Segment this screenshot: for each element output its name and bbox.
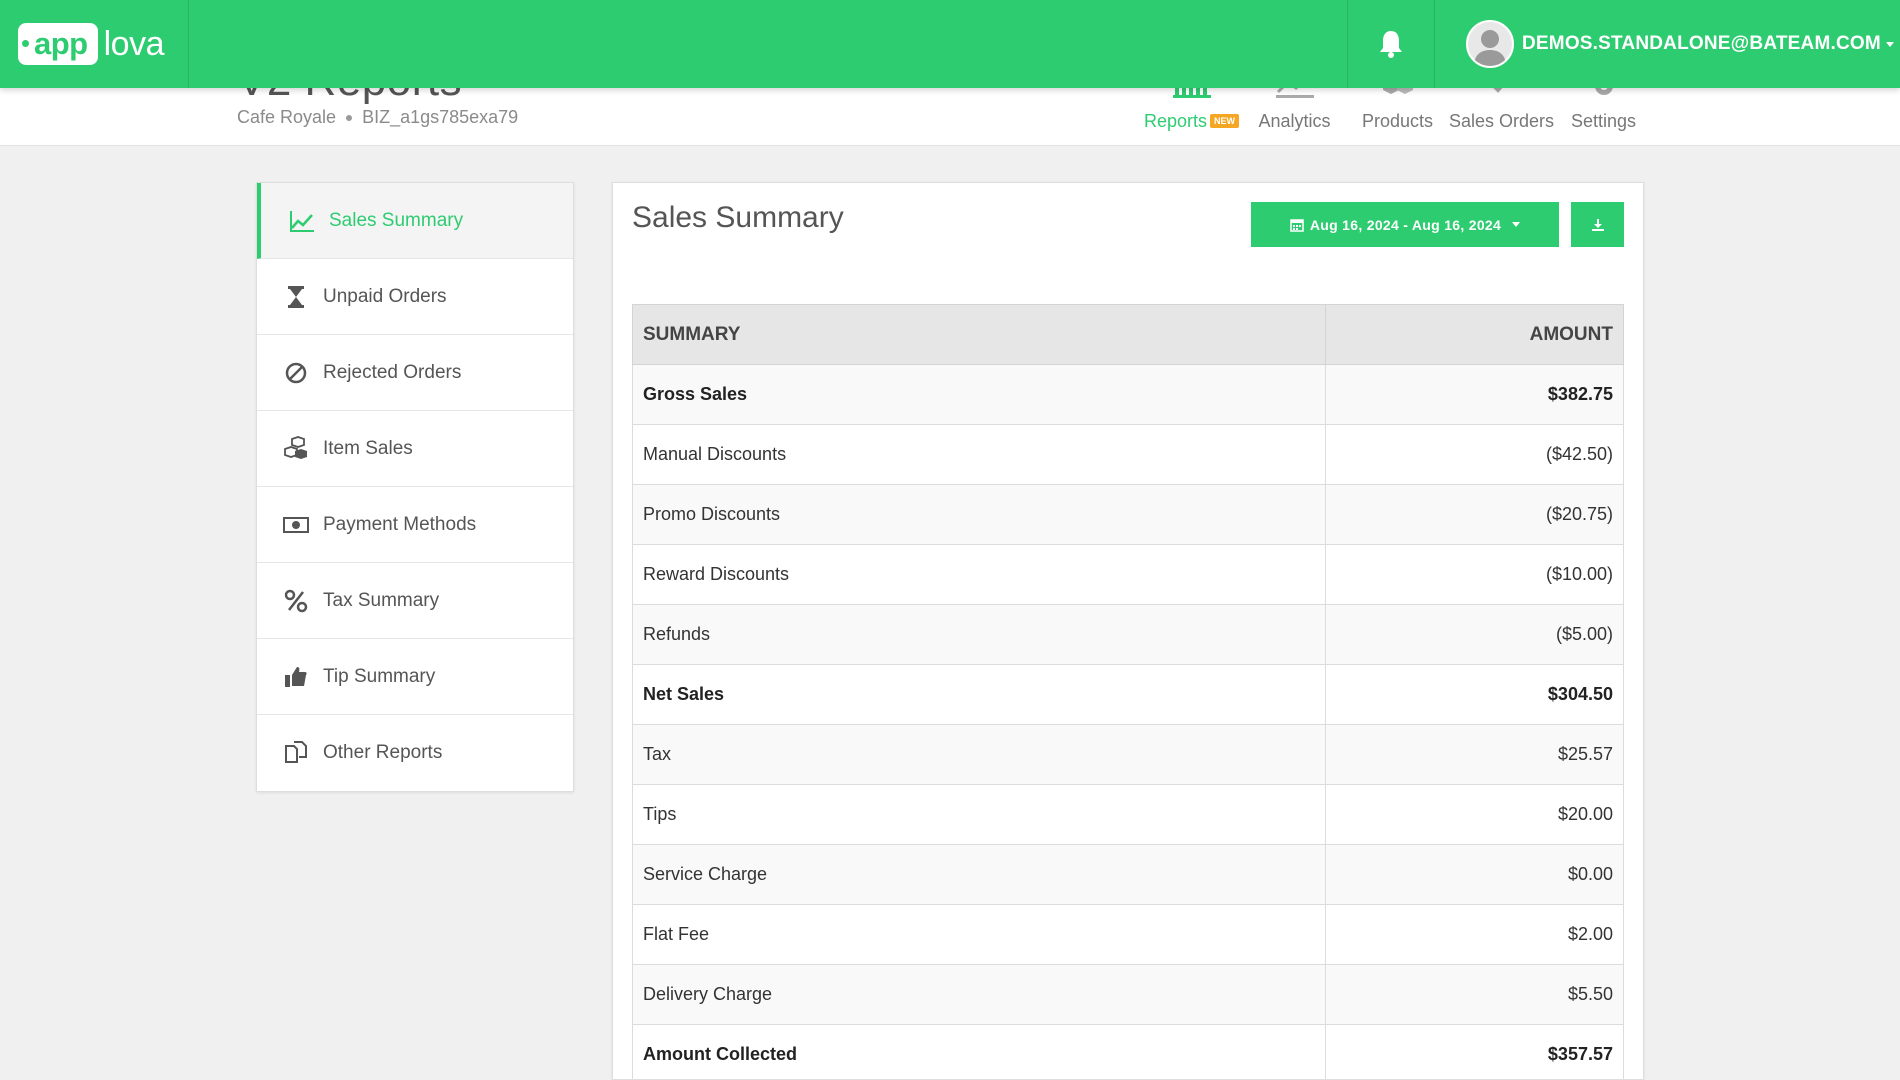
- topbar-divider: [188, 0, 189, 88]
- table-row: Tips $20.00: [632, 784, 1624, 845]
- business-info: Cafe Royale BIZ_a1gs785exa79: [237, 107, 518, 128]
- row-label: Tax: [632, 724, 1326, 785]
- bell-icon[interactable]: [1376, 28, 1406, 60]
- new-badge: NEW: [1210, 114, 1240, 129]
- date-range-picker-button[interactable]: Aug 16, 2024 - Aug 16, 2024: [1251, 202, 1559, 247]
- report-sidebar: Sales Summary Unpaid Orders Rejected Ord…: [256, 182, 574, 792]
- table-row: Gross Sales $382.75: [632, 364, 1624, 425]
- sidebar-item-payment-methods[interactable]: Payment Methods: [257, 487, 573, 563]
- row-label: Net Sales: [632, 664, 1326, 725]
- row-label: Amount Collected: [632, 1024, 1326, 1079]
- row-label: Gross Sales: [632, 364, 1326, 425]
- nav-label-analytics: Analytics: [1258, 111, 1331, 131]
- separator-dot: [346, 114, 353, 121]
- business-id: BIZ_a1gs785exa79: [362, 107, 519, 127]
- row-label: Flat Fee: [632, 904, 1326, 965]
- row-amount: ($20.75): [1325, 484, 1624, 545]
- topbar-divider: [1347, 0, 1348, 88]
- row-amount: $2.00: [1325, 904, 1624, 965]
- nav-label-products: Products: [1361, 111, 1434, 131]
- top-bar: app lova DEMOS.STANDALONE@BATEAM.COM: [0, 0, 1900, 88]
- sidebar-item-tax-summary[interactable]: Tax Summary: [257, 563, 573, 639]
- cubes-icon: [284, 435, 307, 459]
- avatar: [1466, 20, 1514, 68]
- table-row: Reward Discounts ($10.00): [632, 544, 1624, 605]
- table-row: Refunds ($5.00): [632, 604, 1624, 665]
- caret-down-icon: [1512, 222, 1521, 227]
- table-row: Manual Discounts ($42.50): [632, 424, 1624, 485]
- hourglass-icon: [288, 285, 304, 308]
- applova-logo[interactable]: app lova: [18, 20, 173, 68]
- money-icon: [283, 516, 309, 533]
- thumbs-up-icon: [285, 666, 307, 687]
- row-amount: $25.57: [1325, 724, 1624, 785]
- report-panel: Sales Summary Aug 16, 2024 - Aug 16, 202…: [612, 182, 1644, 1080]
- copy-icon: [285, 741, 307, 763]
- table-row: Flat Fee $2.00: [632, 904, 1624, 965]
- table-header-row: SUMMARY AMOUNT: [632, 304, 1624, 365]
- nav-label-settings: Settings: [1570, 111, 1637, 131]
- line-chart-icon: [290, 210, 314, 232]
- row-amount: $5.50: [1325, 964, 1624, 1025]
- column-header-amount: AMOUNT: [1325, 304, 1624, 365]
- sidebar-item-sales-summary[interactable]: Sales Summary: [257, 183, 573, 259]
- nav-label-sales-orders: Sales Orders: [1449, 111, 1555, 131]
- row-amount: $0.00: [1325, 844, 1624, 905]
- row-amount: $382.75: [1325, 364, 1624, 425]
- topbar-divider: [1434, 0, 1435, 88]
- row-label: Service Charge: [632, 844, 1326, 905]
- row-amount: ($5.00): [1325, 604, 1624, 665]
- calendar-icon: [1290, 218, 1304, 232]
- nav-label-reports: Reports: [1143, 111, 1208, 131]
- user-menu[interactable]: DEMOS.STANDALONE@BATEAM.COM: [1466, 18, 1894, 70]
- user-silhouette-icon: [1474, 30, 1506, 66]
- download-button[interactable]: [1571, 202, 1624, 247]
- download-icon: [1591, 218, 1604, 231]
- sidebar-item-tip-summary[interactable]: Tip Summary: [257, 639, 573, 715]
- panel-title: Sales Summary: [632, 201, 844, 234]
- row-amount: $357.57: [1325, 1024, 1624, 1079]
- business-name: Cafe Royale: [237, 107, 337, 127]
- sidebar-item-unpaid-orders[interactable]: Unpaid Orders: [257, 259, 573, 335]
- row-label: Reward Discounts: [632, 544, 1326, 605]
- column-header-summary: SUMMARY: [632, 304, 1326, 365]
- row-label: Promo Discounts: [632, 484, 1326, 545]
- sidebar-item-other-reports[interactable]: Other Reports: [257, 715, 573, 791]
- table-row: Delivery Charge $5.50: [632, 964, 1624, 1025]
- table-row: Promo Discounts ($20.75): [632, 484, 1624, 545]
- row-amount: $304.50: [1325, 664, 1624, 725]
- logo-app-text: app: [18, 23, 98, 65]
- row-label: Delivery Charge: [632, 964, 1326, 1025]
- row-amount: ($10.00): [1325, 544, 1624, 605]
- caret-down-icon: [1885, 41, 1894, 47]
- user-email: DEMOS.STANDALONE@BATEAM.COM: [1522, 33, 1881, 54]
- percent-icon: [284, 589, 308, 612]
- table-row: Net Sales $304.50: [632, 664, 1624, 725]
- row-label: Refunds: [632, 604, 1326, 665]
- sidebar-item-rejected-orders[interactable]: Rejected Orders: [257, 335, 573, 411]
- row-label: Tips: [632, 784, 1326, 845]
- table-row: Service Charge $0.00: [632, 844, 1624, 905]
- ban-icon: [285, 362, 307, 383]
- sales-summary-table: SUMMARY AMOUNT Gross Sales $382.75 Manua…: [632, 304, 1624, 1079]
- row-amount: $20.00: [1325, 784, 1624, 845]
- date-range-label: Aug 16, 2024 - Aug 16, 2024: [1309, 216, 1502, 233]
- sidebar-item-item-sales[interactable]: Item Sales: [257, 411, 573, 487]
- row-label: Manual Discounts: [632, 424, 1326, 485]
- logo-lova-text: lova: [103, 25, 165, 63]
- row-amount: ($42.50): [1325, 424, 1624, 485]
- table-row: Amount Collected $357.57: [632, 1024, 1624, 1079]
- table-row: Tax $25.57: [632, 724, 1624, 785]
